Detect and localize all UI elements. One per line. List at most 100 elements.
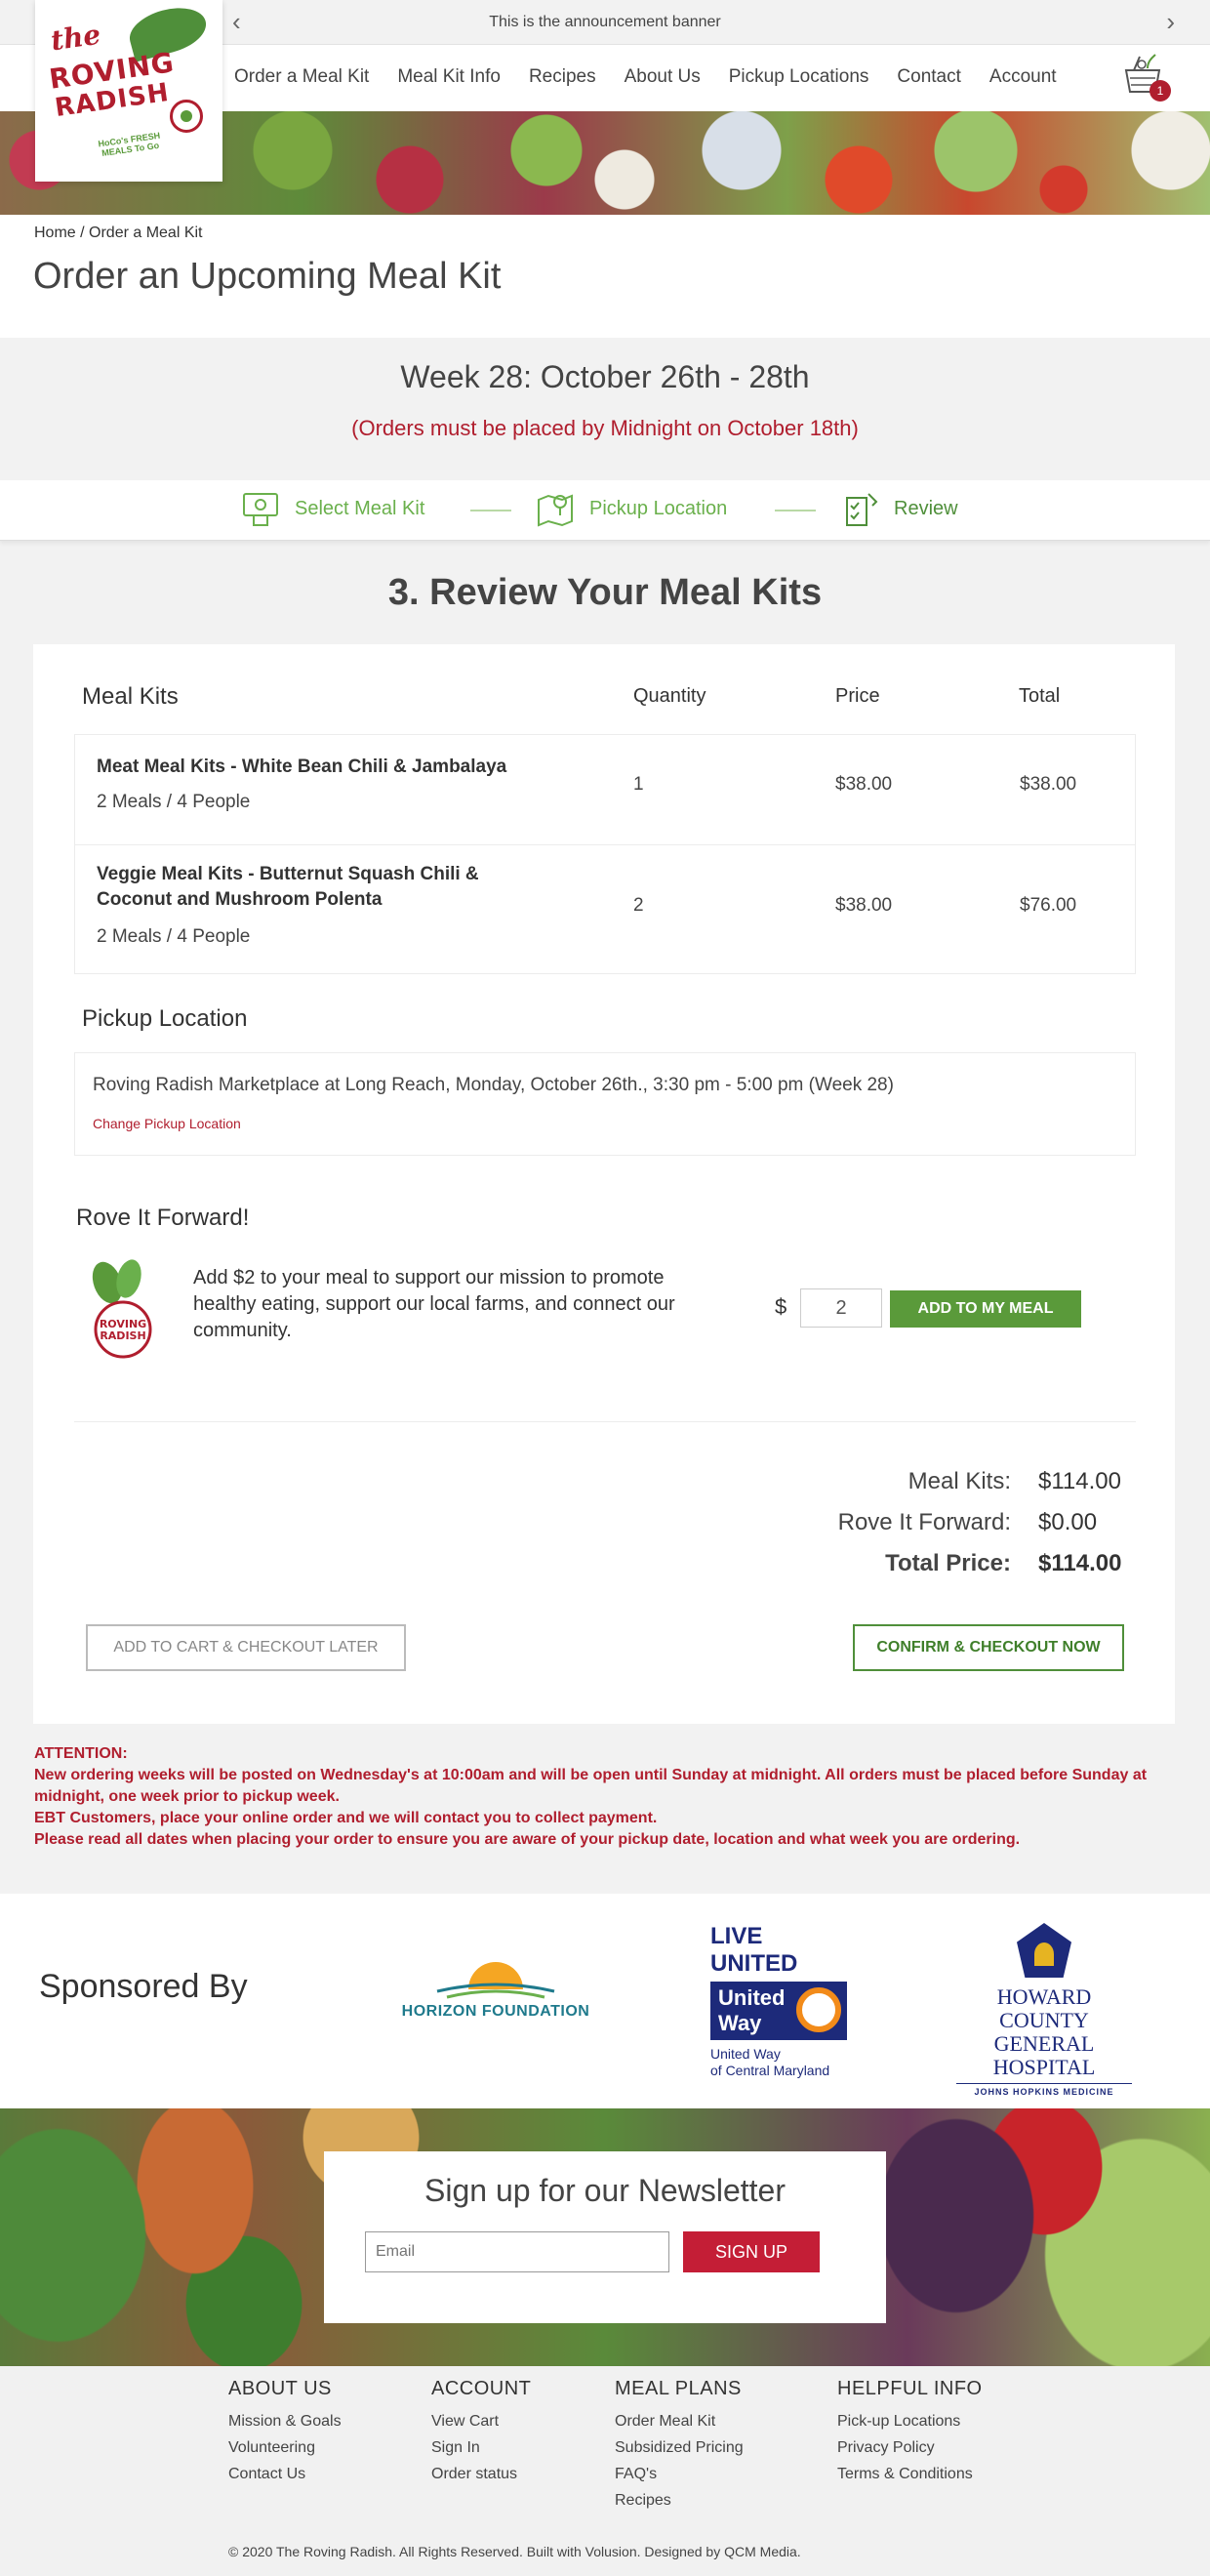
total-header: Total — [1019, 685, 1061, 707]
footer-link[interactable]: Volunteering — [228, 2434, 342, 2461]
chevron-left-icon[interactable]: ‹ — [232, 0, 241, 43]
horizon-foundation-logo[interactable]: HORIZON FOUNDATION — [398, 1960, 593, 2028]
footer-link[interactable]: Subsidized Pricing — [615, 2434, 744, 2461]
logo-tagline: HoCo's FRESH MEALS To Go — [97, 130, 161, 159]
confirm-checkout-now-button[interactable]: CONFIRM & CHECKOUT NOW — [853, 1624, 1124, 1671]
united-way-box: United Way — [710, 1982, 847, 2040]
meal-kits-subtotal-value: $114.00 — [1038, 1468, 1121, 1494]
step-label-review: Review — [894, 497, 958, 519]
page-title: Order an Upcoming Meal Kit — [33, 256, 502, 297]
hospital-crest-icon — [1017, 1923, 1071, 1978]
footer-link[interactable]: Order status — [431, 2461, 531, 2487]
united-way-subtitle-1: United Way — [710, 2046, 781, 2062]
newsletter-box: Sign up for our Newsletter SIGN UP — [324, 2151, 886, 2323]
step-label-select-meal-kit: Select Meal Kit — [295, 497, 425, 519]
nav-account[interactable]: Account — [989, 66, 1057, 88]
meal-kit-step-icon — [243, 493, 278, 526]
meal-kit-servings: 2 Meals / 4 People — [97, 792, 251, 812]
hospital-affiliation: JOHNS HOPKINS MEDICINE — [956, 2083, 1132, 2097]
logo-word-the: the — [48, 18, 103, 58]
newsletter-email-input[interactable] — [365, 2231, 669, 2272]
newsletter-section: Sign up for our Newsletter SIGN UP — [0, 2108, 1210, 2366]
footer-link[interactable]: Privacy Policy — [837, 2434, 983, 2461]
site-logo[interactable]: the ROVING RADISH HoCo's FRESH MEALS To … — [35, 0, 222, 182]
footer-link[interactable]: Order Meal Kit — [615, 2408, 744, 2434]
nav-recipes[interactable]: Recipes — [529, 66, 596, 88]
pickup-location-heading: Pickup Location — [82, 1005, 248, 1032]
step-connector — [775, 510, 816, 511]
footer-heading: ACCOUNT — [431, 2378, 532, 2399]
week-title: Week 28: October 26th - 28th — [400, 359, 810, 394]
price-header: Price — [835, 685, 880, 707]
footer-link[interactable]: Terms & Conditions — [837, 2461, 983, 2487]
rove-it-forward-description: Add $2 to your meal to support our missi… — [193, 1267, 675, 1341]
radish-ring-icon — [170, 100, 203, 133]
step-review[interactable]: Review — [839, 488, 958, 529]
footer: ABOUT US Mission & Goals Volunteering Co… — [0, 2366, 1210, 2576]
live-united-text: LIVE UNITED — [710, 1923, 798, 1977]
meal-kits-table: Meat Meal Kits - White Bean Chili & Jamb… — [74, 734, 1136, 974]
nav-meal-kit-info[interactable]: Meal Kit Info — [397, 66, 501, 88]
nav-contact[interactable]: Contact — [897, 66, 960, 88]
united-way-logo[interactable]: LIVE UNITED United Way United Way of Cen… — [710, 1923, 851, 2079]
rove-it-forward-heading: Rove It Forward! — [76, 1205, 250, 1231]
footer-link[interactable]: Contact Us — [228, 2461, 342, 2487]
checkout-steps: Select Meal Kit Pickup Location Review — [0, 480, 1210, 541]
footer-heading: HELPFUL INFO — [837, 2378, 983, 2399]
pickup-location-text: Roving Radish Marketplace at Long Reach,… — [93, 1075, 894, 1095]
add-to-cart-checkout-later-button[interactable]: ADD TO CART & CHECKOUT LATER — [86, 1624, 406, 1671]
breadcrumb[interactable]: Home / Order a Meal Kit — [34, 225, 203, 242]
meal-kit-servings: 2 Meals / 4 People — [97, 926, 251, 947]
footer-link[interactable]: Pick-up Locations — [837, 2408, 983, 2434]
meal-kit-quantity: 2 — [633, 895, 644, 916]
sponsors-section: Sponsored By HORIZON FOUNDATION LIVE UNI… — [0, 1894, 1210, 2108]
united-way-hand-icon — [796, 1987, 841, 2032]
footer-column-helpful-info: HELPFUL INFO Pick-up Locations Privacy P… — [837, 2378, 983, 2487]
checklist-icon — [846, 493, 878, 526]
step-label-pickup-location: Pickup Location — [589, 497, 728, 519]
currency-symbol: $ — [775, 1294, 787, 1319]
nav-order-meal-kit[interactable]: Order a Meal Kit — [234, 66, 369, 88]
hospital-name-line-1: HOWARD COUNTY — [996, 1984, 1092, 2032]
meal-kit-price: $38.00 — [835, 774, 893, 795]
horizon-foundation-name: HORIZON FOUNDATION — [401, 2003, 590, 2020]
nav-about-us[interactable]: About Us — [625, 66, 701, 88]
footer-heading: ABOUT US — [228, 2378, 332, 2399]
hospital-name-line-2: GENERAL HOSPITAL — [992, 2031, 1096, 2079]
announcement-text: This is the announcement banner — [489, 14, 721, 30]
attention-line: New ordering weeks will be posted on Wed… — [34, 1767, 1148, 1805]
footer-link[interactable]: View Cart — [431, 2408, 531, 2434]
add-to-my-meal-button[interactable]: ADD TO MY MEAL — [890, 1290, 1081, 1328]
footer-link[interactable]: FAQ's — [615, 2461, 744, 2487]
meal-kits-subtotal-label: Meal Kits: — [908, 1468, 1011, 1494]
meal-kit-name: Meat Meal Kits - White Bean Chili & Jamb… — [97, 756, 507, 777]
row-divider — [75, 844, 1135, 845]
footer-link[interactable]: Recipes — [615, 2487, 744, 2514]
attention-heading: ATTENTION: — [34, 1745, 128, 1762]
footer-link[interactable]: Sign In — [431, 2434, 531, 2461]
attention-line: EBT Customers, place your online order a… — [34, 1810, 658, 1826]
review-card: Meal Kits Quantity Price Total Meat Meal… — [33, 644, 1175, 1724]
attention-line: Please read all dates when placing your … — [34, 1831, 1021, 1848]
newsletter-signup-button[interactable]: SIGN UP — [683, 2231, 820, 2272]
step-select-meal-kit[interactable]: Select Meal Kit — [240, 488, 424, 529]
review-title: 3. Review Your Meal Kits — [387, 572, 823, 613]
divider — [74, 1421, 1136, 1422]
nav-pickup-locations[interactable]: Pickup Locations — [729, 66, 869, 88]
rove-it-forward-label: Rove It Forward: — [837, 1509, 1011, 1535]
footer-column-about: ABOUT US Mission & Goals Volunteering Co… — [228, 2378, 342, 2487]
cart-count-badge: 1 — [1150, 80, 1171, 102]
meal-kits-heading: Meal Kits — [82, 683, 179, 710]
meal-kit-total: $38.00 — [1020, 774, 1077, 795]
chevron-right-icon[interactable]: › — [1166, 0, 1175, 43]
footer-link[interactable]: Mission & Goals — [228, 2408, 342, 2434]
howard-county-hospital-logo[interactable]: HOWARD COUNTY GENERAL HOSPITAL JOHNS HOP… — [956, 1923, 1132, 2097]
donation-amount-input[interactable] — [800, 1288, 882, 1328]
attention-notice: ATTENTION: New ordering weeks will be po… — [34, 1743, 1176, 1851]
step-pickup-location[interactable]: Pickup Location — [535, 488, 727, 529]
map-pin-icon — [538, 494, 573, 527]
change-pickup-location-link[interactable]: Change Pickup Location — [93, 1116, 241, 1131]
cart-button[interactable]: 1 — [1118, 49, 1173, 105]
sunrise-icon — [436, 1962, 555, 1999]
sponsored-by-label: Sponsored By — [39, 1968, 248, 2005]
